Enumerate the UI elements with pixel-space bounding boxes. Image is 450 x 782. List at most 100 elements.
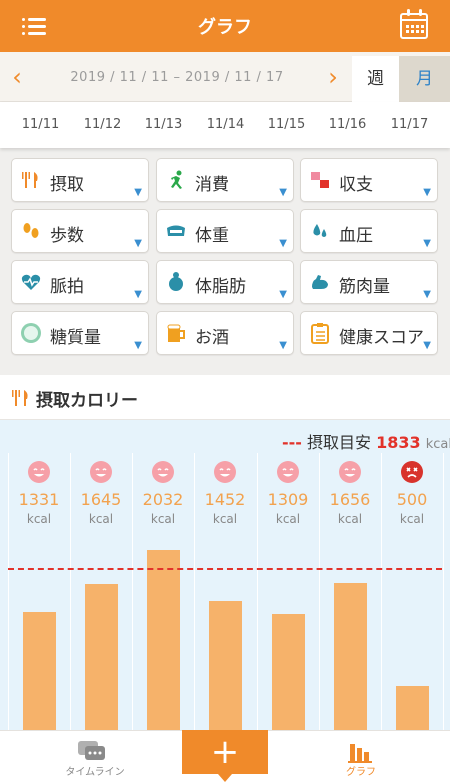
beer-icon [167, 324, 185, 342]
running-person-icon [171, 170, 182, 189]
add-record-button[interactable]: + [182, 730, 268, 774]
day-label: 11/12 [83, 117, 122, 132]
calorie-bar[interactable] [396, 686, 429, 730]
next-week-arrow-icon[interactable]: › [322, 64, 344, 90]
days-row: 11/11 11/12 11/13 11/14 11/15 11/16 11/1… [0, 102, 450, 148]
calorie-chart: --- 摂取目安 1833 kcal 1331 kcal 1645 kcal 2032 k… [0, 420, 450, 730]
calorie-unit-label: kcal [26, 512, 52, 526]
category-label: 筋肉量 [339, 277, 390, 297]
calorie-bar[interactable] [85, 584, 118, 730]
chevron-down-icon: ▼ [279, 340, 287, 351]
chevron-down-icon: ▼ [423, 289, 431, 300]
fork-knife-icon [12, 390, 28, 406]
chevron-down-icon: ▼ [134, 289, 142, 300]
smile-face-icon [90, 461, 112, 483]
calorie-bar[interactable] [334, 583, 367, 730]
target-legend: --- 摂取目安 1833 kcal [282, 429, 450, 453]
calorie-bar[interactable] [272, 614, 305, 730]
page-title: グラフ [198, 17, 252, 38]
day-label: 11/17 [390, 117, 429, 132]
category-weight[interactable]: 体重 ▼ [156, 209, 294, 253]
calorie-unit-label: kcal [212, 512, 238, 526]
category-intake[interactable]: 摂取 ▼ [11, 158, 149, 202]
chevron-down-icon: ▼ [279, 238, 287, 249]
scale-icon [167, 225, 185, 236]
calorie-bar[interactable] [147, 550, 180, 730]
bar-chart-icon [348, 744, 372, 763]
tab-timeline[interactable]: タイムライン [40, 731, 150, 782]
chevron-down-icon: ▼ [134, 238, 142, 249]
calendar-icon[interactable] [400, 9, 428, 39]
section-title: 摂取カロリー [36, 391, 138, 411]
target-label: 摂取目安 [307, 433, 372, 452]
week-toggle[interactable]: 週 [352, 56, 399, 102]
category-muscle[interactable]: 筋肉量 ▼ [300, 260, 438, 304]
chevron-down-icon: ▼ [134, 187, 142, 198]
balance-icon [311, 172, 329, 188]
smile-face-icon [152, 461, 174, 483]
calorie-unit-label: kcal [88, 512, 114, 526]
day-label: 11/15 [267, 117, 306, 132]
category-label: 収支 [339, 175, 373, 195]
category-label: 体重 [195, 226, 229, 246]
calorie-unit-label: kcal [275, 512, 301, 526]
calorie-value-label: 500 [396, 490, 428, 509]
category-balance[interactable]: 収支 ▼ [300, 158, 438, 202]
calorie-value-label: 1309 [267, 490, 309, 509]
sugar-icon [21, 323, 41, 343]
category-body-fat[interactable]: 体脂肪 ▼ [156, 260, 294, 304]
target-dash: --- [282, 433, 302, 452]
section-header: 摂取カロリー [0, 375, 450, 420]
target-unit: kcal [425, 437, 450, 452]
chevron-down-icon: ▼ [423, 238, 431, 249]
body-fat-icon [169, 272, 183, 291]
tab-timeline-label: タイムライン [65, 767, 125, 778]
day-label: 11/11 [21, 117, 60, 132]
smile-face-icon [214, 461, 236, 483]
smile-face-icon [339, 461, 361, 483]
category-burn[interactable]: 消費 ▼ [156, 158, 294, 202]
sad-face-icon [401, 461, 423, 483]
target-line [8, 568, 442, 570]
calorie-unit-label: kcal [150, 512, 176, 526]
category-steps[interactable]: 歩数 ▼ [11, 209, 149, 253]
category-sugar[interactable]: 糖質量 ▼ [11, 311, 149, 355]
chevron-down-icon: ▼ [279, 289, 287, 300]
footprints-icon [23, 223, 39, 238]
chat-bubble-icon [78, 741, 105, 760]
category-health-score[interactable]: 健康スコア ▼ [300, 311, 438, 355]
category-pulse[interactable]: 脈拍 ▼ [11, 260, 149, 304]
chevron-down-icon: ▼ [134, 340, 142, 351]
chevron-down-icon: ▼ [279, 187, 287, 198]
tab-graph[interactable]: グラフ [306, 731, 416, 782]
fork-knife-icon [22, 172, 38, 188]
day-label: 11/13 [144, 117, 183, 132]
category-label: 健康スコア [339, 328, 424, 348]
calorie-value-label: 1331 [18, 490, 60, 509]
date-range-text: 2019 / 11 / 11 – 2019 / 11 / 17 [70, 70, 284, 85]
calorie-value-label: 1452 [204, 490, 246, 509]
smile-face-icon [28, 461, 50, 483]
tab-graph-label: グラフ [346, 767, 376, 778]
heart-pulse-icon [21, 274, 41, 290]
prev-week-arrow-icon[interactable]: ‹ [6, 64, 28, 90]
calorie-value-label: 2032 [142, 490, 184, 509]
category-label: 歩数 [50, 226, 84, 246]
category-blood-pressure[interactable]: 血圧 ▼ [300, 209, 438, 253]
calorie-value-label: 1656 [329, 490, 371, 509]
category-label: 脈拍 [50, 277, 84, 297]
calorie-bar[interactable] [209, 601, 242, 730]
add-button-pointer [218, 774, 232, 782]
category-label: 消費 [195, 175, 229, 195]
category-label: 糖質量 [50, 328, 101, 348]
month-toggle[interactable]: 月 [399, 56, 450, 102]
chevron-down-icon: ▼ [423, 187, 431, 198]
calorie-bar[interactable] [23, 612, 56, 730]
category-label: 体脂肪 [195, 277, 246, 297]
category-label: 摂取 [50, 175, 84, 195]
calorie-unit-label: kcal [337, 512, 363, 526]
day-label: 11/16 [328, 117, 367, 132]
category-alcohol[interactable]: お酒 ▼ [156, 311, 294, 355]
column-divider [443, 453, 444, 730]
calorie-unit-label: kcal [399, 512, 425, 526]
